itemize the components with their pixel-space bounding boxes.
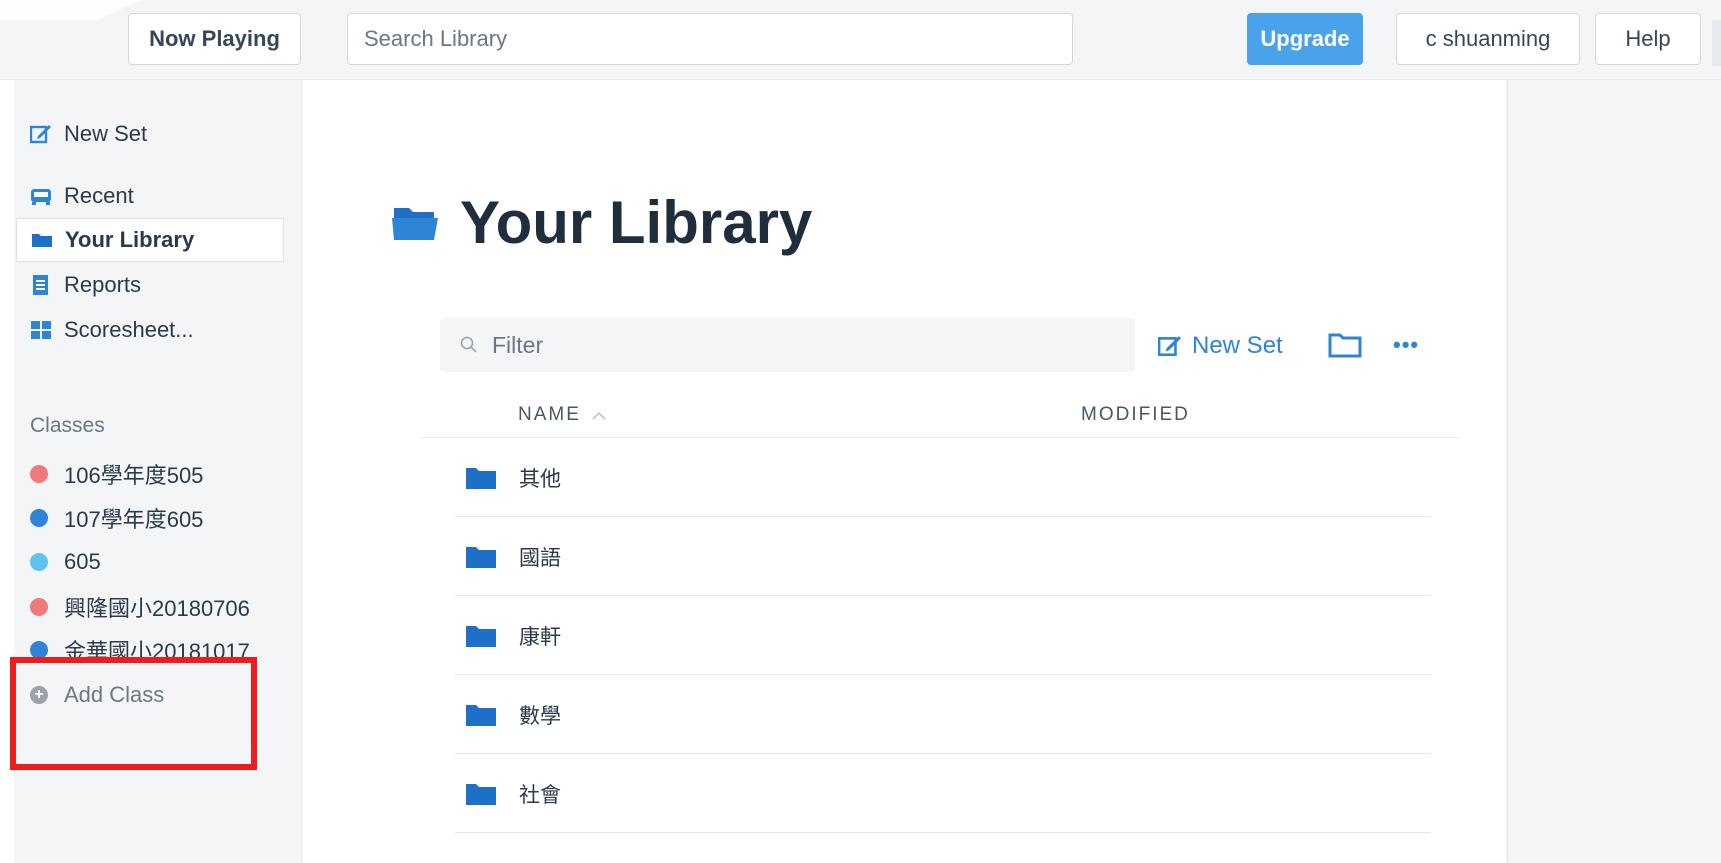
- column-header-modified[interactable]: MODIFIED: [1081, 404, 1190, 426]
- search-library-placeholder: Search Library: [364, 26, 508, 51]
- filter-input[interactable]: Filter: [440, 318, 1135, 372]
- folder-name: 國語: [519, 546, 561, 570]
- class-label: 605: [64, 549, 101, 574]
- sidebar-item-recent[interactable]: Recent: [30, 174, 134, 218]
- new-set-label: New Set: [1192, 332, 1283, 359]
- highlight-box: [10, 657, 257, 770]
- new-set-button[interactable]: New Set: [1158, 326, 1283, 366]
- more-options-button[interactable]: •••: [1393, 332, 1419, 358]
- sidebar-item-scoresheet[interactable]: Scoresheet...: [30, 308, 194, 352]
- class-item[interactable]: 興隆國小20180706: [30, 585, 250, 629]
- edit-icon: [30, 125, 51, 144]
- classes-heading: Classes: [30, 414, 105, 437]
- sidebar-item-your-library[interactable]: Your Library: [16, 218, 284, 262]
- table-row[interactable]: 其他: [455, 439, 1431, 517]
- reports-icon: [33, 275, 48, 295]
- table-row[interactable]: 社會: [455, 755, 1431, 833]
- sidebar-item-label: New Set: [64, 121, 148, 146]
- folder-name: 其他: [519, 467, 561, 491]
- class-item[interactable]: 106學年度505: [30, 452, 203, 496]
- right-panel: [1507, 80, 1721, 863]
- table-row[interactable]: 康軒: [455, 597, 1431, 675]
- class-item[interactable]: 605: [30, 540, 101, 584]
- folder-icon: [32, 234, 52, 247]
- page-title: Your Library: [460, 189, 813, 256]
- new-folder-button[interactable]: [1328, 332, 1362, 363]
- folder-open-icon: [392, 207, 438, 240]
- filter-placeholder: Filter: [492, 331, 544, 358]
- edit-icon: [1158, 336, 1181, 357]
- sidebar-item-label: Reports: [64, 272, 142, 297]
- folder-name: 數學: [519, 704, 561, 728]
- class-item[interactable]: 107學年度605: [30, 496, 203, 540]
- corner-decoration: [0, 0, 140, 20]
- folder-icon: [466, 783, 496, 805]
- class-label: 107學年度605: [64, 507, 204, 532]
- column-name-label: NAME: [518, 404, 581, 425]
- user-menu-button[interactable]: c shuanming: [1396, 13, 1580, 65]
- column-header-name[interactable]: NAME: [518, 404, 607, 426]
- sidebar-item-label: Scoresheet...: [64, 317, 194, 342]
- search-library-input[interactable]: Search Library: [347, 13, 1073, 65]
- upgrade-button[interactable]: Upgrade: [1247, 13, 1363, 65]
- now-playing-button[interactable]: Now Playing: [128, 13, 301, 65]
- folder-name: 社會: [519, 783, 561, 807]
- sidebar-item-label: Recent: [64, 183, 134, 208]
- sidebar-item-label: Your Library: [65, 227, 195, 252]
- help-button[interactable]: Help: [1595, 13, 1701, 65]
- class-label: 興隆國小20180706: [64, 596, 250, 621]
- table-row[interactable]: 數學: [455, 676, 1431, 754]
- table-row[interactable]: 國語: [455, 518, 1431, 596]
- folder-icon: [466, 625, 496, 647]
- class-label: 106學年度505: [64, 463, 204, 488]
- page-header: Your Library: [392, 188, 812, 257]
- folder-outline-icon: [1328, 333, 1362, 358]
- class-color-dot: [30, 598, 48, 616]
- folder-icon: [466, 467, 496, 489]
- grid-icon: [31, 321, 51, 339]
- window-edge-strip: [1712, 20, 1721, 66]
- class-color-dot: [30, 509, 48, 527]
- folder-icon: [466, 546, 496, 568]
- sidebar-item-new-set[interactable]: New Set: [30, 112, 147, 156]
- folder-icon: [466, 704, 496, 726]
- sort-asc-icon: [592, 411, 606, 420]
- folder-name: 康軒: [519, 625, 561, 649]
- header-divider: [422, 437, 1458, 438]
- search-icon: [460, 336, 477, 353]
- sidebar-item-reports[interactable]: Reports: [30, 263, 141, 307]
- recent-icon: [31, 189, 51, 205]
- class-color-dot: [30, 465, 48, 483]
- top-bar: Now Playing Search Library Upgrade c shu…: [0, 0, 1721, 80]
- class-color-dot: [30, 553, 48, 571]
